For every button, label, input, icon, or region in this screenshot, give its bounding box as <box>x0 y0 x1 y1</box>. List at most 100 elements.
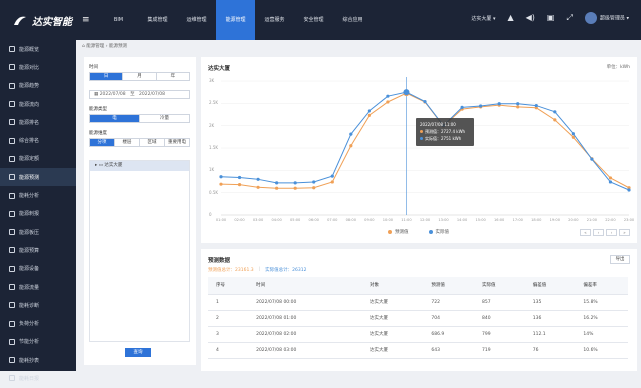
sidebar-icon <box>9 247 15 254</box>
sidebar-item-10[interactable]: 能源板压 <box>0 223 76 241</box>
user-menu[interactable]: 超级管理员 ▾ <box>584 12 629 24</box>
table-header: 预测值 <box>423 277 475 295</box>
table-cell: 719 <box>474 342 525 359</box>
sidebar-item-6[interactable]: 能源定额 <box>0 150 76 168</box>
table-row[interactable]: 3 2022/07/08 02:00 达实大厦 686.9 799 112.1 14% <box>208 326 628 343</box>
sidebar-item-label: 能源趋势 <box>19 83 40 90</box>
sidebar-icon <box>9 46 15 53</box>
x-tick-label: 22:00 <box>605 218 616 222</box>
dimension-key-power[interactable]: 重要用电 <box>165 139 189 146</box>
tooltip-pred-dot <box>420 130 423 133</box>
breadcrumb-text: 能源管理 › 能源预测 <box>86 44 127 49</box>
table-row[interactable]: 1 2022/07/08 00:00 达实大厦 722 857 135 15.8% <box>208 294 628 311</box>
export-button[interactable]: 导出 <box>610 255 630 264</box>
menu-toggle-icon[interactable]: ≡ <box>82 15 90 25</box>
x-tick-label: 16:00 <box>493 218 505 222</box>
pager-last[interactable]: » <box>619 229 630 236</box>
table-cell: 799 <box>474 326 525 343</box>
table-cell: 2022/07/08 01:00 <box>248 310 363 327</box>
data-point <box>367 109 371 113</box>
legend-predicted[interactable]: 预测值 <box>388 229 409 235</box>
sidebar-item-9[interactable]: 能源刺报 <box>0 205 76 223</box>
time-option-day[interactable]: 日 <box>90 73 124 80</box>
sidebar-item-13[interactable]: 能源流量 <box>0 278 76 296</box>
sidebar-item-11[interactable]: 能源预算 <box>0 241 76 259</box>
table-row[interactable]: 4 2022/07/08 03:00 达实大厦 643 719 76 10.6% <box>208 342 628 359</box>
tooltip-act: 实际值：2751 kWh <box>425 136 462 141</box>
nav-item-4[interactable]: 运营服务 <box>255 0 294 40</box>
logo-icon <box>14 16 26 25</box>
nav-item-5[interactable]: 安全管理 <box>294 0 333 40</box>
pager-first[interactable]: « <box>580 229 591 236</box>
query-button[interactable]: 查询 <box>125 348 151 357</box>
date-start: 2022/07/08 <box>99 92 126 97</box>
fullscreen-icon[interactable]: ⤢ <box>566 14 572 22</box>
energy-type-cooling[interactable]: 冷量 <box>140 115 189 122</box>
sidebar-item-label: 能源排名 <box>19 119 40 126</box>
avatar <box>584 12 597 24</box>
sidebar-icon <box>9 174 15 181</box>
energy-type-electric[interactable]: 电 <box>90 115 140 122</box>
legend-actual[interactable]: 实际值 <box>428 229 449 235</box>
speaker-icon[interactable]: ◀) <box>526 14 535 22</box>
dimension-floor[interactable]: 楼层 <box>115 139 140 146</box>
table-cell: 2022/07/08 03:00 <box>248 342 363 359</box>
sidebar-icon <box>9 82 15 89</box>
nav-item-6[interactable]: 综合应用 <box>333 0 372 40</box>
date-range-input[interactable]: ▦ 2022/07/08 至 2022/07/08 <box>89 90 190 99</box>
sidebar-item-18[interactable]: 能耗日报 <box>0 369 76 387</box>
nav-item-1[interactable]: 集成管理 <box>138 0 177 40</box>
data-point <box>293 186 297 190</box>
sidebar-item-7[interactable]: 能源预测 <box>0 168 76 187</box>
sidebar-item-12[interactable]: 能源设备 <box>0 260 76 278</box>
sidebar-item-4[interactable]: 能源排名 <box>0 113 76 131</box>
x-tick-label: 18:00 <box>531 218 542 222</box>
table-header: 对象 <box>362 277 424 295</box>
tooltip-time: 2022/07/08 11:00 <box>420 122 456 127</box>
sidebar-item-2[interactable]: 能源趋势 <box>0 77 76 95</box>
data-point <box>349 144 353 148</box>
data-point <box>367 113 371 117</box>
building-selector[interactable]: 达实大厦 ▾ <box>471 15 495 22</box>
table-row[interactable]: 2 2022/07/08 01:00 达实大厦 704 840 136 16.2% <box>208 310 628 327</box>
dimension-area[interactable]: 区域 <box>140 139 165 146</box>
nav-item-2[interactable]: 运维管理 <box>177 0 216 40</box>
sidebar-item-0[interactable]: 能源概览 <box>0 40 76 58</box>
sidebar-item-17[interactable]: 能耗抄表 <box>0 351 76 369</box>
sidebar-item-1[interactable]: 能源对比 <box>0 58 76 76</box>
table-header: 序号 <box>208 277 249 295</box>
x-tick-label: 14:00 <box>456 218 468 222</box>
sidebar-item-label: 能耗抄表 <box>19 357 40 364</box>
nav-item-3[interactable]: 能源管理 <box>216 0 255 40</box>
sidebar-icon <box>9 229 15 236</box>
act-total: 实际值总计：26312 <box>265 268 307 273</box>
x-tick-label: 09:00 <box>364 218 375 222</box>
screen-icon[interactable]: ▣ <box>547 14 555 22</box>
top-bar: 达实智能 ≡ BIM 集成管理 运维管理 能源管理 运营服务 安全管理 综合应用 达实大厦 … <box>0 0 641 40</box>
sidebar-item-16[interactable]: 节能分析 <box>0 333 76 351</box>
sidebar-item-3[interactable]: 能源流向 <box>0 95 76 113</box>
top-right-tools: 达实大厦 ▾ ▲ ◀) ▣ ⤢ 超级管理员 ▾ <box>471 12 629 24</box>
sidebar-item-14[interactable]: 能耗诊断 <box>0 296 76 314</box>
logo[interactable]: 达实智能 <box>12 13 72 28</box>
data-point <box>571 135 575 139</box>
bell-icon[interactable]: ▲ <box>507 14 513 22</box>
nav-item-0[interactable]: BIM <box>99 0 138 40</box>
sidebar-item-5[interactable]: 综合排名 <box>0 131 76 149</box>
dimension-item[interactable]: 分项 <box>90 139 115 146</box>
table-cell: 4 <box>208 342 249 359</box>
object-tree: ▸ ▭ 达实大厦 <box>89 160 190 342</box>
pager-prev[interactable]: ‹ <box>593 229 604 236</box>
sidebar-item-label: 能耗诊断 <box>19 302 40 309</box>
time-option-year[interactable]: 年 <box>157 73 189 80</box>
x-tick-label: 11:00 <box>401 218 412 222</box>
pager-next[interactable]: › <box>606 229 617 236</box>
data-point <box>349 132 353 136</box>
y-tick-label: 3K <box>209 78 215 83</box>
sidebar-item-15[interactable]: 负荷分析 <box>0 314 76 332</box>
sidebar-item-8[interactable]: 能耗分析 <box>0 186 76 204</box>
tree-node-building[interactable]: ▸ ▭ 达实大厦 <box>90 161 189 171</box>
sidebar-item-label: 能耗日报 <box>19 375 40 382</box>
x-tick-label: 08:00 <box>345 218 356 222</box>
time-option-month[interactable]: 月 <box>123 73 157 80</box>
